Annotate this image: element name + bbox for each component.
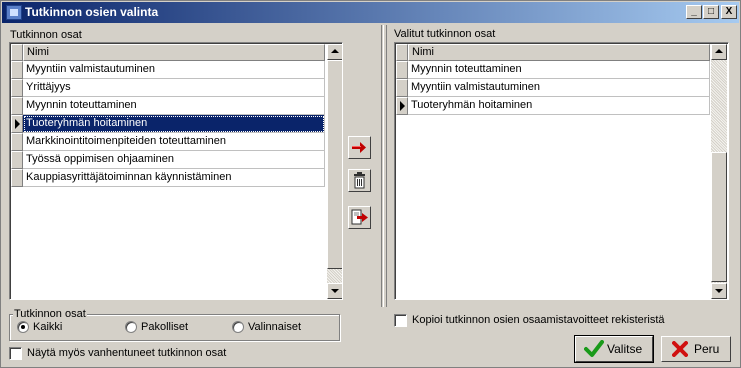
table-row[interactable]: Tuoteryhmän hoitaminen <box>408 97 710 115</box>
radio-optional[interactable] <box>232 321 244 333</box>
scroll-up-button[interactable] <box>327 44 342 60</box>
dialog-window: Tutkinnon osien valinta _ □ X Tutkinnon … <box>0 0 741 368</box>
table-row[interactable]: Myyntiin valmistautuminen <box>408 79 710 97</box>
add-all-button[interactable] <box>348 206 371 229</box>
table-row[interactable]: Myynnin toteuttaminen <box>23 97 325 115</box>
grid-corner <box>11 44 23 61</box>
row-indicator[interactable] <box>396 79 408 97</box>
scroll-down-button[interactable] <box>327 283 342 299</box>
scroll-thumb[interactable] <box>711 152 727 282</box>
add-selected-button[interactable] <box>348 136 371 159</box>
chevron-up-icon <box>715 49 723 53</box>
right-scrollbar[interactable] <box>711 44 727 299</box>
selected-parts-grid[interactable]: Nimi Myynnin toteuttaminen Myyntiin valmi… <box>394 42 729 300</box>
document-arrow-icon <box>351 209 368 225</box>
row-indicator[interactable] <box>11 115 23 133</box>
scroll-down-button[interactable] <box>711 283 727 299</box>
column-header-name[interactable]: Nimi <box>23 44 325 61</box>
table-row[interactable]: Markkinointitoimenpiteiden toteuttaminen <box>23 133 325 151</box>
radio-optional-label[interactable]: Valinnaiset <box>248 321 301 333</box>
row-indicator[interactable] <box>11 61 23 79</box>
arrow-right-icon <box>352 142 366 153</box>
minimize-button[interactable]: _ <box>686 5 702 19</box>
available-parts-grid[interactable]: Nimi Myyntiin valmistautuminen Yrittäjyys… <box>9 42 343 300</box>
close-button[interactable]: X <box>721 5 737 19</box>
table-row[interactable]: Työssä oppimisen ohjaaminen <box>23 151 325 169</box>
chevron-down-icon <box>715 289 723 293</box>
table-row[interactable]: Myyntiin valmistautuminen <box>23 61 325 79</box>
maximize-button[interactable]: □ <box>703 5 719 19</box>
chevron-down-icon <box>331 289 339 293</box>
checkmark-icon <box>584 340 604 357</box>
radio-mandatory-label[interactable]: Pakolliset <box>141 321 188 333</box>
row-indicator[interactable] <box>11 133 23 151</box>
grid-corner <box>396 44 408 61</box>
table-row[interactable]: Yrittäjyys <box>23 79 325 97</box>
show-expired-label[interactable]: Näytä myös vanhentuneet tutkinnon osat <box>27 347 226 359</box>
row-indicator[interactable] <box>11 97 23 115</box>
row-indicator[interactable] <box>396 61 408 79</box>
panel-splitter[interactable] <box>381 25 387 307</box>
ok-button[interactable]: Valitse <box>574 335 654 363</box>
remove-selected-button[interactable] <box>348 169 371 192</box>
scroll-thumb[interactable] <box>327 60 342 269</box>
radio-mandatory[interactable] <box>125 321 137 333</box>
trash-icon <box>354 172 365 189</box>
cancel-button-label: Peru <box>694 342 720 356</box>
window-title: Tutkinnon osien valinta <box>25 5 159 19</box>
ok-button-label: Valitse <box>607 342 643 356</box>
table-row[interactable]: Myynnin toteuttaminen <box>408 61 710 79</box>
radio-all[interactable] <box>17 321 29 333</box>
row-indicator[interactable] <box>396 97 408 115</box>
filter-group-title: Tutkinnon osat <box>13 308 87 320</box>
copy-goals-checkbox[interactable] <box>394 314 407 327</box>
table-row[interactable]: Tuoteryhmän hoitaminen <box>23 115 325 133</box>
scroll-up-button[interactable] <box>711 44 727 60</box>
left-scrollbar[interactable] <box>327 44 342 299</box>
selected-parts-label: Valitut tutkinnon osat <box>394 28 496 40</box>
row-indicator[interactable] <box>11 79 23 97</box>
radio-all-label[interactable]: Kaikki <box>33 321 62 333</box>
column-header-name[interactable]: Nimi <box>408 44 710 61</box>
table-row[interactable]: Kauppiasyrittäjätoiminnan käynnistäminen <box>23 169 325 187</box>
row-indicator[interactable] <box>11 151 23 169</box>
available-parts-label: Tutkinnon osat <box>10 29 82 41</box>
title-bar[interactable]: Tutkinnon osien valinta _ □ X <box>2 2 739 23</box>
app-icon <box>6 5 22 20</box>
chevron-up-icon <box>331 49 339 53</box>
cancel-button[interactable]: Peru <box>661 336 731 362</box>
copy-goals-label[interactable]: Kopioi tutkinnon osien osaamistavoitteet… <box>412 314 665 326</box>
row-indicator[interactable] <box>11 169 23 187</box>
close-icon <box>672 341 688 357</box>
show-expired-checkbox[interactable] <box>9 347 22 360</box>
